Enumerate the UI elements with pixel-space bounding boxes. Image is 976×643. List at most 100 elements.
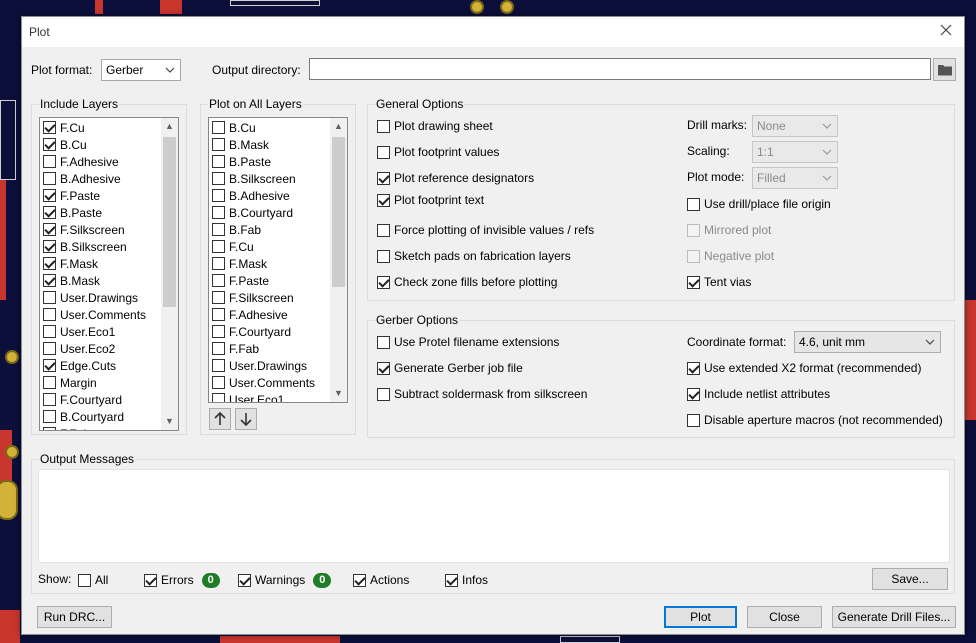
- scroll-thumb[interactable]: [332, 137, 345, 287]
- filter-all-checkbox[interactable]: All: [78, 572, 108, 588]
- include-layer-item[interactable]: B.Cu: [43, 136, 87, 153]
- include-layer-item[interactable]: F.Cu: [43, 119, 85, 136]
- plot-all-layers-list[interactable]: B.Cu B.Mask B.Paste B.Silkscreen B.Adhesive B…: [208, 117, 348, 403]
- include-layer-item[interactable]: F.Courtyard: [43, 391, 122, 408]
- drill-marks-select[interactable]: None: [752, 115, 838, 137]
- include-layer-item[interactable]: User.Comments: [43, 306, 146, 323]
- include-layer-item[interactable]: Edge.Cuts: [43, 357, 116, 374]
- general-option-checkbox[interactable]: Mirrored plot: [687, 222, 771, 238]
- include-layers-scrollbar[interactable]: ▲ ▼: [161, 118, 178, 430]
- include-layers-list[interactable]: F.Cu B.Cu F.Adhesive B.Adhesive F.Paste B.Pas…: [39, 117, 179, 431]
- all-layer-item[interactable]: F.Adhesive: [212, 306, 288, 323]
- filter-errors-checkbox[interactable]: Errors 0: [144, 572, 220, 588]
- close-button[interactable]: Close: [747, 606, 822, 628]
- checkbox-box: [43, 427, 56, 430]
- all-layer-item[interactable]: F.Mask: [212, 255, 267, 272]
- scaling-value: 1:1: [757, 145, 774, 159]
- include-layer-item[interactable]: B.Paste: [43, 204, 102, 221]
- general-option-checkbox[interactable]: Force plotting of invisible values / ref…: [377, 222, 594, 238]
- browse-folder-button[interactable]: [933, 58, 956, 81]
- checkbox-box: [687, 361, 700, 375]
- coordinate-format-select[interactable]: 4.6, unit mm: [794, 331, 941, 353]
- scaling-select[interactable]: 1:1: [752, 141, 838, 163]
- filter-actions-label: Actions: [370, 573, 410, 587]
- output-dir-label: Output directory:: [212, 63, 301, 77]
- include-layer-item[interactable]: F.Mask: [43, 255, 98, 272]
- filter-warnings-checkbox[interactable]: Warnings 0: [238, 572, 332, 588]
- include-layer-item[interactable]: Margin: [43, 374, 97, 391]
- plot-all-layers-scrollbar[interactable]: ▲ ▼: [330, 118, 347, 402]
- all-layer-item[interactable]: F.Fab: [212, 340, 259, 357]
- all-layer-item[interactable]: F.Courtyard: [212, 323, 291, 340]
- gerber-option-checkbox[interactable]: Generate Gerber job file: [377, 360, 523, 376]
- all-layer-item[interactable]: B.Mask: [212, 136, 269, 153]
- general-option-checkbox[interactable]: Sketch pads on fabrication layers: [377, 248, 571, 264]
- scroll-up-icon[interactable]: ▲: [161, 118, 178, 135]
- checkbox-box: [377, 335, 390, 349]
- include-layers-title: Include Layers: [39, 97, 120, 111]
- checkbox-box: [212, 240, 225, 253]
- all-layer-item[interactable]: F.Cu: [212, 238, 254, 255]
- all-layer-item[interactable]: User.Eco1: [212, 391, 284, 402]
- all-layer-item[interactable]: B.Silkscreen: [212, 170, 296, 187]
- general-option-checkbox[interactable]: Plot reference designators: [377, 170, 534, 186]
- include-layer-item[interactable]: F.Silkscreen: [43, 221, 125, 238]
- all-layer-item[interactable]: B.Adhesive: [212, 187, 290, 204]
- run-drc-button[interactable]: Run DRC...: [37, 606, 112, 628]
- all-layer-item[interactable]: B.Courtyard: [212, 204, 293, 221]
- include-layer-item[interactable]: B.Mask: [43, 272, 100, 289]
- general-option-checkbox-label: Negative plot: [704, 249, 775, 263]
- scroll-thumb[interactable]: [163, 137, 176, 307]
- filter-actions-checkbox[interactable]: Actions: [353, 572, 409, 588]
- scroll-up-icon[interactable]: ▲: [330, 118, 347, 135]
- filter-infos-checkbox[interactable]: Infos: [445, 572, 488, 588]
- all-layer-item[interactable]: B.Cu: [212, 119, 256, 136]
- gerber-option-checkbox[interactable]: Disable aperture macros (not recommended…: [687, 412, 943, 428]
- include-layer-item[interactable]: User.Drawings: [43, 289, 138, 306]
- general-option-checkbox[interactable]: Check zone fills before plotting: [377, 274, 557, 290]
- general-option-checkbox[interactable]: Plot drawing sheet: [377, 118, 493, 134]
- all-layer-item[interactable]: B.Fab: [212, 221, 261, 238]
- include-layer-item-label: F.Silkscreen: [60, 222, 125, 237]
- all-layer-item[interactable]: User.Comments: [212, 374, 315, 391]
- general-option-checkbox[interactable]: Negative plot: [687, 248, 774, 264]
- output-dir-input[interactable]: [309, 58, 931, 80]
- checkbox-box: [212, 189, 225, 202]
- move-up-button[interactable]: [209, 408, 231, 430]
- generate-drill-files-button[interactable]: Generate Drill Files...: [832, 606, 956, 628]
- include-layer-item[interactable]: F.Paste: [43, 187, 100, 204]
- plot-button[interactable]: Plot: [664, 606, 737, 628]
- include-layer-item[interactable]: User.Eco2: [43, 340, 115, 357]
- close-icon[interactable]: [938, 22, 954, 38]
- plot-format-select[interactable]: Gerber: [101, 59, 181, 81]
- gerber-option-checkbox[interactable]: Use Protel filename extensions: [377, 334, 559, 350]
- general-option-checkbox[interactable]: Use drill/place file origin: [687, 196, 831, 212]
- gerber-option-checkbox[interactable]: Include netlist attributes: [687, 386, 830, 402]
- include-layer-item[interactable]: B.Adhesive: [43, 170, 121, 187]
- all-layer-item-label: B.Cu: [229, 120, 256, 135]
- include-layer-item[interactable]: B.Silkscreen: [43, 238, 127, 255]
- filter-errors-label: Errors: [161, 573, 194, 587]
- include-layer-item[interactable]: F.Fab: [43, 425, 90, 430]
- gerber-option-checkbox-label: Include netlist attributes: [704, 387, 831, 401]
- gerber-option-checkbox[interactable]: Use extended X2 format (recommended): [687, 360, 921, 376]
- general-option-checkbox[interactable]: Plot footprint text: [377, 192, 484, 208]
- include-layer-item[interactable]: B.Courtyard: [43, 408, 124, 425]
- all-layer-item-label: F.Mask: [229, 256, 268, 271]
- scroll-down-icon[interactable]: ▼: [161, 413, 178, 430]
- include-layer-item[interactable]: User.Eco1: [43, 323, 115, 340]
- gerber-option-checkbox[interactable]: Subtract soldermask from silkscreen: [377, 386, 587, 402]
- output-messages-area[interactable]: [38, 469, 950, 563]
- include-layer-item[interactable]: F.Adhesive: [43, 153, 119, 170]
- scroll-down-icon[interactable]: ▼: [330, 385, 347, 402]
- save-messages-button[interactable]: Save...: [872, 568, 948, 590]
- move-down-button[interactable]: [235, 408, 257, 430]
- all-layer-item[interactable]: User.Drawings: [212, 357, 307, 374]
- plot-mode-select[interactable]: Filled: [752, 167, 838, 189]
- general-option-checkbox[interactable]: Plot footprint values: [377, 144, 499, 160]
- general-option-checkbox[interactable]: Tent vias: [687, 274, 751, 290]
- checkbox-box: [212, 342, 225, 355]
- all-layer-item[interactable]: B.Paste: [212, 153, 271, 170]
- all-layer-item[interactable]: F.Paste: [212, 272, 269, 289]
- all-layer-item[interactable]: F.Silkscreen: [212, 289, 294, 306]
